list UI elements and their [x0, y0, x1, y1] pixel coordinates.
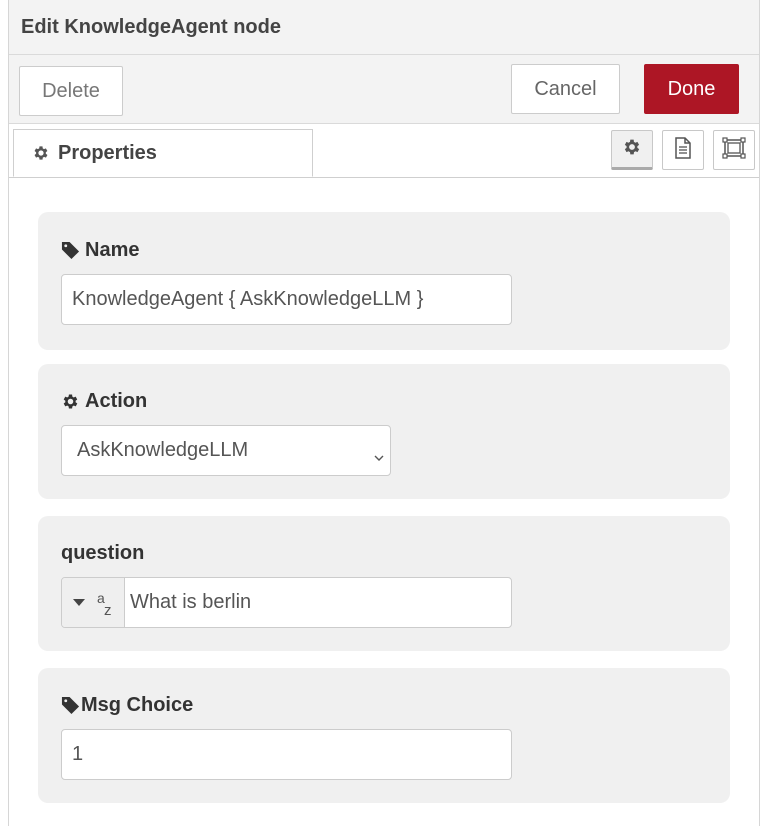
tray-title: Edit KnowledgeAgent node: [21, 16, 281, 38]
string-type-icon: a z: [97, 589, 112, 619]
tray-header: Edit KnowledgeAgent node: [9, 0, 759, 55]
action-selected-value: AskKnowledgeLLM: [77, 439, 249, 461]
action-label: Action: [61, 390, 147, 413]
tray-toolbar: Delete Cancel Done: [9, 55, 759, 124]
action-select[interactable]: AskKnowledgeLLM: [61, 425, 391, 476]
chevron-down-icon: [374, 445, 384, 468]
msg-choice-row: Msg Choice 1: [38, 668, 730, 803]
question-input[interactable]: What is berlin: [130, 578, 251, 627]
question-typed-input: a z What is berlin: [61, 577, 512, 628]
node-appearance-icon: [722, 136, 746, 164]
msg-choice-label: Msg Choice: [61, 694, 193, 717]
properties-content: Name KnowledgeAgent { AskKnowledgeLLM } …: [9, 178, 759, 826]
gear-icon: [32, 144, 50, 162]
tab-properties[interactable]: Properties: [13, 129, 313, 177]
action-row: Action AskKnowledgeLLM: [38, 364, 730, 499]
question-label: question: [61, 542, 145, 564]
tag-icon: [61, 696, 80, 715]
document-icon: [673, 136, 693, 164]
type-select-button[interactable]: a z: [62, 578, 125, 627]
name-input[interactable]: KnowledgeAgent { AskKnowledgeLLM }: [61, 274, 512, 325]
action-label-text: Action: [85, 390, 148, 412]
gear-icon: [61, 392, 80, 411]
cancel-button[interactable]: Cancel: [511, 64, 620, 114]
msg-choice-input[interactable]: 1: [61, 729, 512, 780]
question-row: question a z What is berlin: [38, 516, 730, 651]
name-row: Name KnowledgeAgent { AskKnowledgeLLM }: [38, 212, 730, 350]
msg-choice-label-text: Msg Choice: [81, 694, 194, 716]
done-button[interactable]: Done: [644, 64, 739, 114]
caret-down-icon: [73, 598, 85, 607]
delete-button[interactable]: Delete: [19, 66, 123, 116]
name-label: Name: [61, 239, 139, 262]
tab-description-icon-button[interactable]: [662, 130, 704, 170]
tab-settings-icon-button[interactable]: [611, 130, 653, 170]
tab-label: Properties: [58, 141, 157, 164]
tab-bar: Properties: [9, 124, 759, 178]
tab-appearance-icon-button[interactable]: [713, 130, 755, 170]
name-label-text: Name: [85, 239, 140, 261]
edit-node-tray: Edit KnowledgeAgent node Delete Cancel D…: [8, 0, 760, 826]
tag-icon: [61, 241, 80, 260]
gear-icon: [622, 137, 642, 162]
